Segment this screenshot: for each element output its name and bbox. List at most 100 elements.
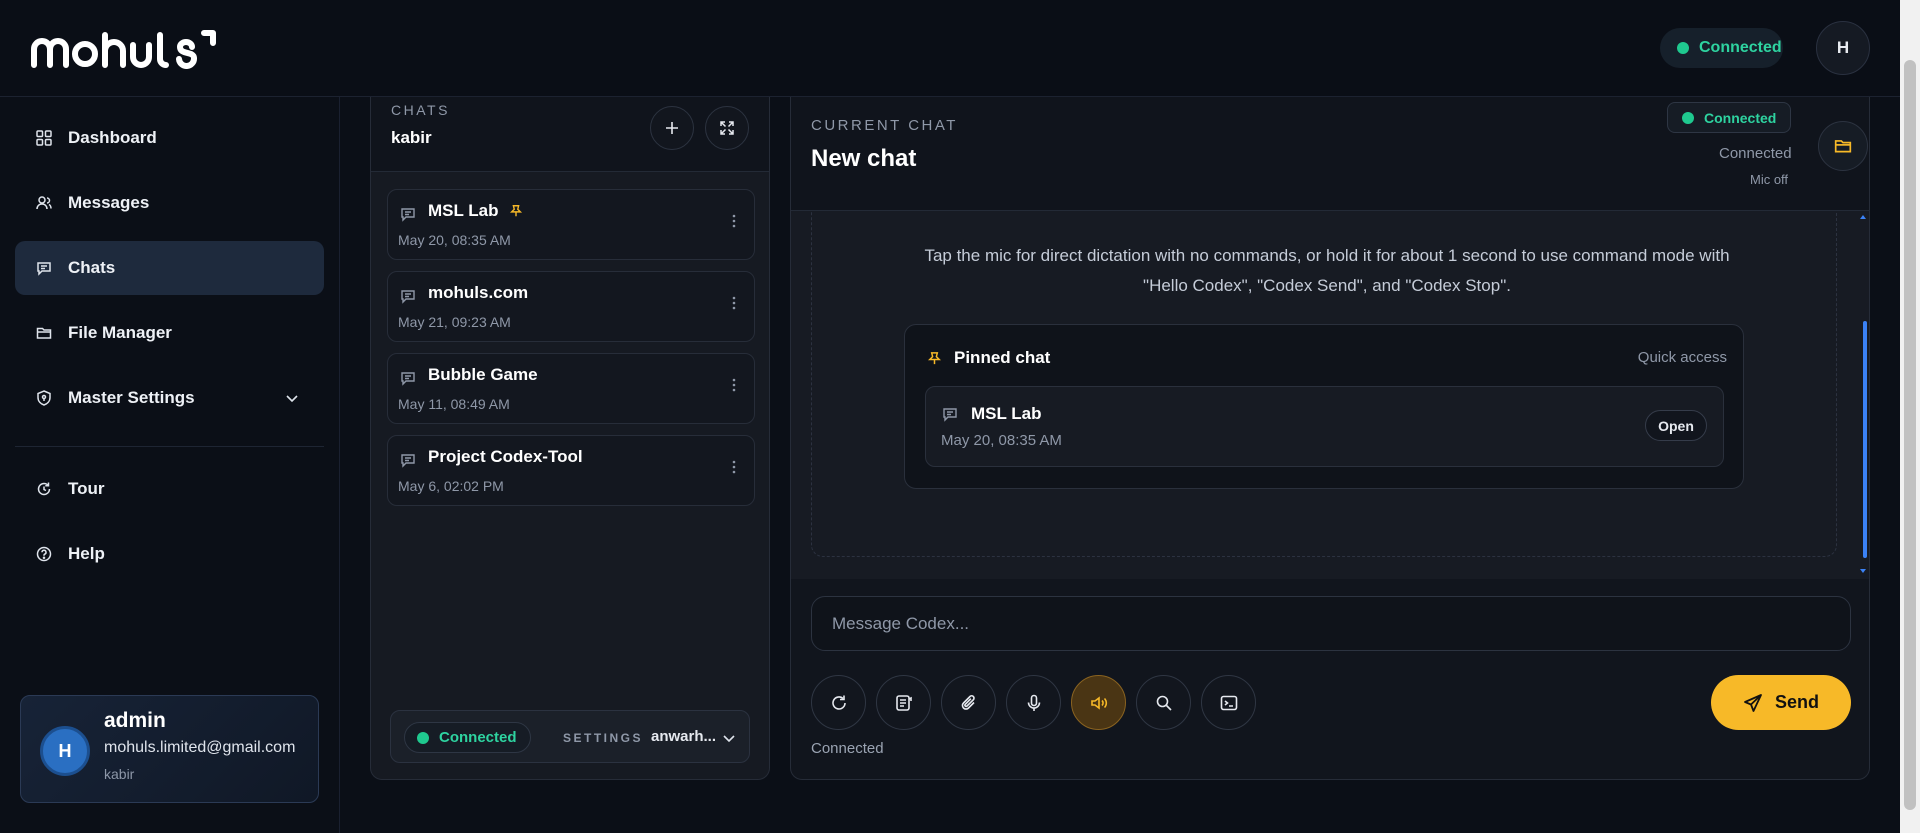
user-profile-card[interactable]: H admin mohuls.limited@gmail.com kabir <box>20 695 319 803</box>
page-scroll-thumb[interactable] <box>1904 60 1916 810</box>
chat-icon <box>942 406 958 422</box>
chats-settings-bar[interactable]: Connected SETTINGS anwarh... <box>390 710 750 763</box>
messages-scroll-thumb[interactable] <box>1863 321 1867 558</box>
speaker-button[interactable] <box>1071 675 1126 730</box>
page-scrollbar[interactable] <box>1900 0 1920 833</box>
message-input[interactable] <box>811 596 1851 651</box>
sidebar-item-messages[interactable]: Messages <box>15 176 324 230</box>
more-vertical-icon[interactable] <box>732 378 736 392</box>
user-avatar-button[interactable]: H <box>1816 21 1870 75</box>
sidebar-item-help[interactable]: Help <box>15 527 324 581</box>
mic-icon <box>1024 693 1044 713</box>
current-chat-label: CURRENT CHAT <box>811 117 958 134</box>
chat-list-item[interactable]: mohuls.com May 21, 09:23 AM <box>387 271 755 342</box>
chevron-down-icon <box>285 391 299 405</box>
sidebar-item-chats[interactable]: Chats <box>15 241 324 295</box>
sidebar-item-label: File Manager <box>68 323 172 342</box>
chat-date: May 6, 02:02 PM <box>398 478 504 494</box>
chat-title: Bubble Game <box>428 365 538 384</box>
dictation-help-text: Tap the mic for direct dictation with no… <box>924 246 1730 295</box>
connection-status-badge: Connected <box>1660 28 1783 68</box>
sidebar-item-dashboard[interactable]: Dashboard <box>15 111 324 165</box>
status-dot-icon <box>1682 111 1694 124</box>
page-title: New chat <box>811 145 917 172</box>
quick-access-label: Quick access <box>1637 349 1727 366</box>
mic-button[interactable] <box>1006 675 1061 730</box>
chat-date: May 11, 08:49 AM <box>398 396 510 412</box>
settings-label: SETTINGS <box>563 731 644 745</box>
sidebar-item-label: Master Settings <box>68 388 195 407</box>
avatar: H <box>40 726 90 776</box>
chevron-down-icon[interactable] <box>722 731 736 745</box>
chat-list-item[interactable]: Bubble Game May 11, 08:49 AM <box>387 353 755 424</box>
user-org: kabir <box>104 766 135 782</box>
chat-list-item[interactable]: MSL Lab May 20, 08:35 AM <box>387 189 755 260</box>
chat-date: May 20, 08:35 AM <box>398 232 511 248</box>
help-icon <box>36 546 52 562</box>
chats-label: CHATS <box>391 102 450 118</box>
connection-status-label: Connected <box>1699 39 1782 56</box>
more-vertical-icon[interactable] <box>732 296 736 310</box>
folder-icon <box>36 325 52 341</box>
user-name: admin <box>104 709 166 732</box>
sidebar-item-tour[interactable]: Tour <box>15 462 324 516</box>
pinned-item-title: MSL Lab <box>971 404 1042 423</box>
status-dot-icon <box>1677 42 1689 54</box>
sidebar-item-label: Tour <box>68 479 105 498</box>
connection-status-badge: Connected <box>404 722 531 753</box>
connection-text: Connected <box>1719 145 1792 162</box>
notes-button[interactable] <box>876 675 931 730</box>
status-badge-label: Connected <box>1704 109 1777 126</box>
pinned-chat-item[interactable]: MSL Lab May 20, 08:35 AM Open <box>925 386 1724 467</box>
chat-icon <box>36 260 52 276</box>
users-icon <box>36 195 52 211</box>
chat-icon <box>400 288 416 304</box>
chat-header: CURRENT CHAT New chat Connected Connecte… <box>791 97 1869 211</box>
pin-icon <box>509 204 523 218</box>
chats-panel: CHATS kabir MSL Lab May 20, 08:35 AM moh… <box>370 97 770 780</box>
chat-date: May 21, 09:23 AM <box>398 314 511 330</box>
expand-icon <box>719 120 735 136</box>
chat-list-item[interactable]: Project Codex-Tool May 6, 02:02 PM <box>387 435 755 506</box>
refresh-icon <box>829 693 849 713</box>
sidebar-item-label: Messages <box>68 193 150 212</box>
composer-status: Connected <box>811 740 884 757</box>
chat-title: mohuls.com <box>428 283 529 302</box>
sidebar-item-label: Help <box>68 544 105 563</box>
send-button[interactable]: Send <box>1711 675 1851 730</box>
mic-status: Mic off <box>1750 172 1789 187</box>
chat-title: Project Codex-Tool <box>428 447 583 466</box>
chat-messages-area[interactable]: Tap the mic for direct dictation with no… <box>791 211 1869 579</box>
refresh-icon <box>36 481 52 497</box>
status-dot-icon <box>417 731 429 744</box>
chat-icon <box>400 452 416 468</box>
more-vertical-icon[interactable] <box>732 460 736 474</box>
sidebar-item-file-manager[interactable]: File Manager <box>15 306 324 360</box>
pinned-chat-title: Pinned chat <box>954 348 1051 367</box>
chat-welcome: Tap the mic for direct dictation with no… <box>811 211 1837 557</box>
open-folder-button[interactable] <box>1818 121 1868 171</box>
terminal-button[interactable] <box>1201 675 1256 730</box>
notes-icon <box>894 693 914 713</box>
new-chat-button[interactable] <box>650 106 694 150</box>
mohuls-logo[interactable] <box>30 29 220 69</box>
open-button[interactable]: Open <box>1645 410 1707 441</box>
chat-icon <box>400 206 416 222</box>
search-button[interactable] <box>1136 675 1191 730</box>
sidebar-divider <box>15 446 324 447</box>
pinned-chat-card: Pinned chat Quick access MSL Lab May 20,… <box>904 324 1744 489</box>
shield-icon <box>36 390 52 406</box>
attach-button[interactable] <box>941 675 996 730</box>
reset-button[interactable] <box>811 675 866 730</box>
folder-icon <box>1834 137 1852 155</box>
paperclip-icon <box>959 693 979 713</box>
sidebar-item-master-settings[interactable]: Master Settings <box>15 371 324 425</box>
pin-icon <box>927 351 942 366</box>
sidebar-item-label: Dashboard <box>68 128 157 147</box>
chats-header: CHATS kabir <box>371 97 769 172</box>
more-vertical-icon[interactable] <box>732 214 736 228</box>
top-bar: Connected H <box>0 0 1900 97</box>
grid-icon <box>36 130 52 146</box>
expand-button[interactable] <box>705 106 749 150</box>
chats-user: kabir <box>391 128 432 147</box>
